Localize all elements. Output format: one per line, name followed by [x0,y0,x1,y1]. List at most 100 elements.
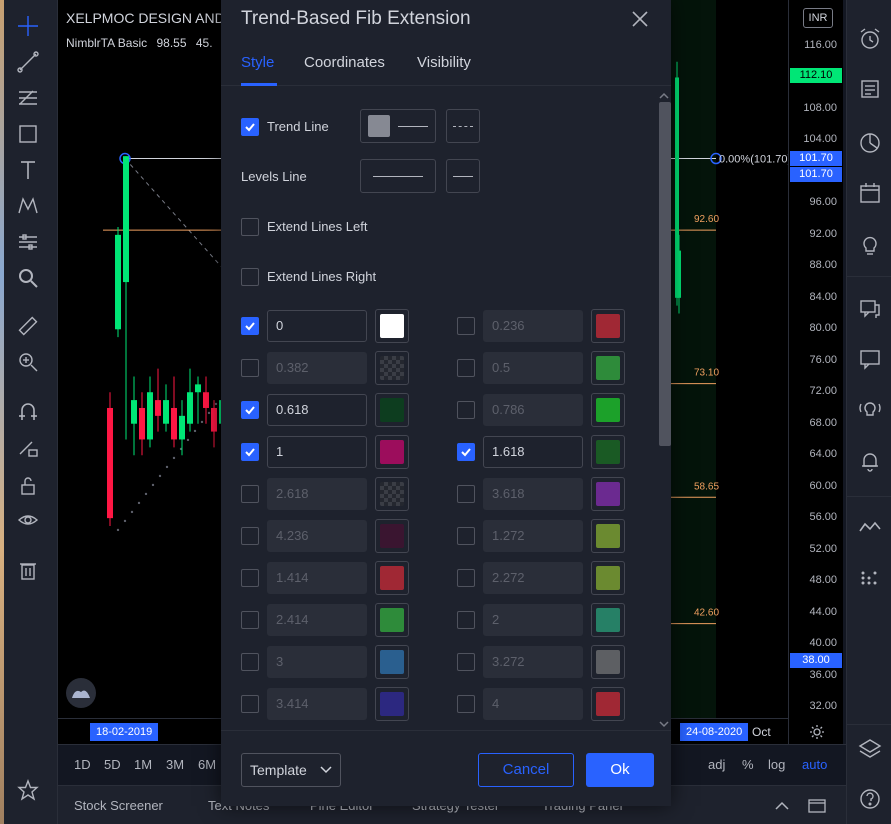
text-icon[interactable] [14,156,42,184]
timeframe-button[interactable]: 3M [166,757,184,772]
level-color-swatch[interactable] [375,603,409,637]
level-checkbox[interactable] [241,401,259,419]
level-value-input[interactable]: 4 [483,688,583,720]
trend-line-icon[interactable] [14,48,42,76]
level-value-input[interactable]: 0 [267,310,367,342]
level-checkbox[interactable] [241,359,259,377]
zoom-in-icon[interactable] [14,348,42,376]
level-checkbox[interactable] [241,695,259,713]
zoom-search-icon[interactable] [14,264,42,292]
level-color-swatch[interactable] [591,351,625,385]
level-checkbox[interactable] [241,653,259,671]
magnet-icon[interactable] [14,398,42,426]
level-value-input[interactable]: 0.236 [483,310,583,342]
scale-option-button[interactable]: adj [708,757,725,772]
tradingview-logo-icon[interactable] [66,678,96,708]
level-value-input[interactable]: 0.618 [267,394,367,426]
ok-button[interactable]: Ok [586,753,654,787]
lightbulb-icon[interactable] [857,232,883,258]
settings-gear-icon[interactable] [809,724,825,740]
scale-option-button[interactable]: % [742,757,754,772]
trend-line-style-button[interactable] [360,109,436,143]
extend-left-checkbox[interactable] [241,218,259,236]
timeframe-button[interactable]: 5D [104,757,121,772]
crosshair-icon[interactable] [14,12,42,40]
level-value-input[interactable]: 2.272 [483,562,583,594]
level-checkbox[interactable] [457,485,475,503]
chevron-up-icon[interactable] [774,798,790,814]
level-value-input[interactable]: 1.414 [267,562,367,594]
ruler-icon[interactable] [14,312,42,340]
level-checkbox[interactable] [241,485,259,503]
notification-bell-icon[interactable] [857,448,883,474]
level-color-swatch[interactable] [375,393,409,427]
level-value-input[interactable]: 3 [267,646,367,678]
template-dropdown[interactable]: Template [241,753,341,787]
level-checkbox[interactable] [241,443,259,461]
close-icon[interactable] [629,8,651,30]
trend-line-dash-button[interactable] [446,109,480,143]
scale-option-button[interactable]: log [768,757,785,772]
calendar-icon[interactable] [857,180,883,206]
extend-right-checkbox[interactable] [241,268,259,286]
level-value-input[interactable]: 2.618 [267,478,367,510]
level-checkbox[interactable] [241,527,259,545]
chat-bubble-icon[interactable] [857,346,883,372]
level-checkbox[interactable] [457,695,475,713]
level-checkbox[interactable] [457,359,475,377]
signals-icon[interactable] [857,514,883,540]
dialog-scrollbar[interactable] [657,88,671,730]
level-checkbox[interactable] [241,611,259,629]
level-checkbox[interactable] [457,527,475,545]
watchlist-icon[interactable] [857,76,883,102]
level-value-input[interactable]: 3.272 [483,646,583,678]
help-icon[interactable] [857,786,883,812]
level-color-swatch[interactable] [375,645,409,679]
level-value-input[interactable]: 1 [267,436,367,468]
scroll-up-icon[interactable] [659,88,669,99]
layers-icon[interactable] [857,736,883,762]
level-color-swatch[interactable] [591,393,625,427]
dots-grid-icon[interactable] [857,564,883,590]
price-scale[interactable]: INR 116.00 108.00 104.00 96.00 92.00 88.00 84.… [788,0,843,744]
eye-icon[interactable] [14,506,42,534]
chats-icon[interactable] [857,296,883,322]
level-value-input[interactable]: 0.5 [483,352,583,384]
level-value-input[interactable]: 0.382 [267,352,367,384]
level-color-swatch[interactable] [591,645,625,679]
cancel-button[interactable]: Cancel [478,753,574,787]
tab-visibility[interactable]: Visibility [417,54,471,71]
level-color-swatch[interactable] [375,351,409,385]
timeframe-button[interactable]: 1D [74,757,91,772]
alarm-clock-icon[interactable] [857,26,883,52]
level-color-swatch[interactable] [375,519,409,553]
level-color-swatch[interactable] [591,477,625,511]
level-color-swatch[interactable] [591,519,625,553]
rectangle-icon[interactable] [14,120,42,148]
level-checkbox[interactable] [241,317,259,335]
level-value-input[interactable]: 3.414 [267,688,367,720]
level-checkbox[interactable] [457,611,475,629]
level-color-swatch[interactable] [375,561,409,595]
timeframe-button[interactable]: 6M [198,757,216,772]
star-icon[interactable] [14,776,42,804]
unlock-icon[interactable] [14,472,42,500]
maximize-icon[interactable] [808,798,826,814]
level-color-swatch[interactable] [591,561,625,595]
level-color-swatch[interactable] [375,435,409,469]
level-color-swatch[interactable] [375,309,409,343]
tab-coordinates[interactable]: Coordinates [304,54,385,71]
level-checkbox[interactable] [457,569,475,587]
scroll-down-icon[interactable] [659,716,669,728]
pencil-lock-icon[interactable] [14,434,42,462]
level-value-input[interactable]: 2.414 [267,604,367,636]
level-checkbox[interactable] [457,317,475,335]
level-value-input[interactable]: 1.618 [483,436,583,468]
fib-lines-icon[interactable] [14,84,42,112]
scroll-thumb[interactable] [659,102,671,446]
levels-line-width-button[interactable] [360,159,436,193]
level-color-swatch[interactable] [591,435,625,469]
scale-option-button[interactable]: auto [802,757,827,772]
level-value-input[interactable]: 2 [483,604,583,636]
tab-style[interactable]: Style [241,54,274,71]
